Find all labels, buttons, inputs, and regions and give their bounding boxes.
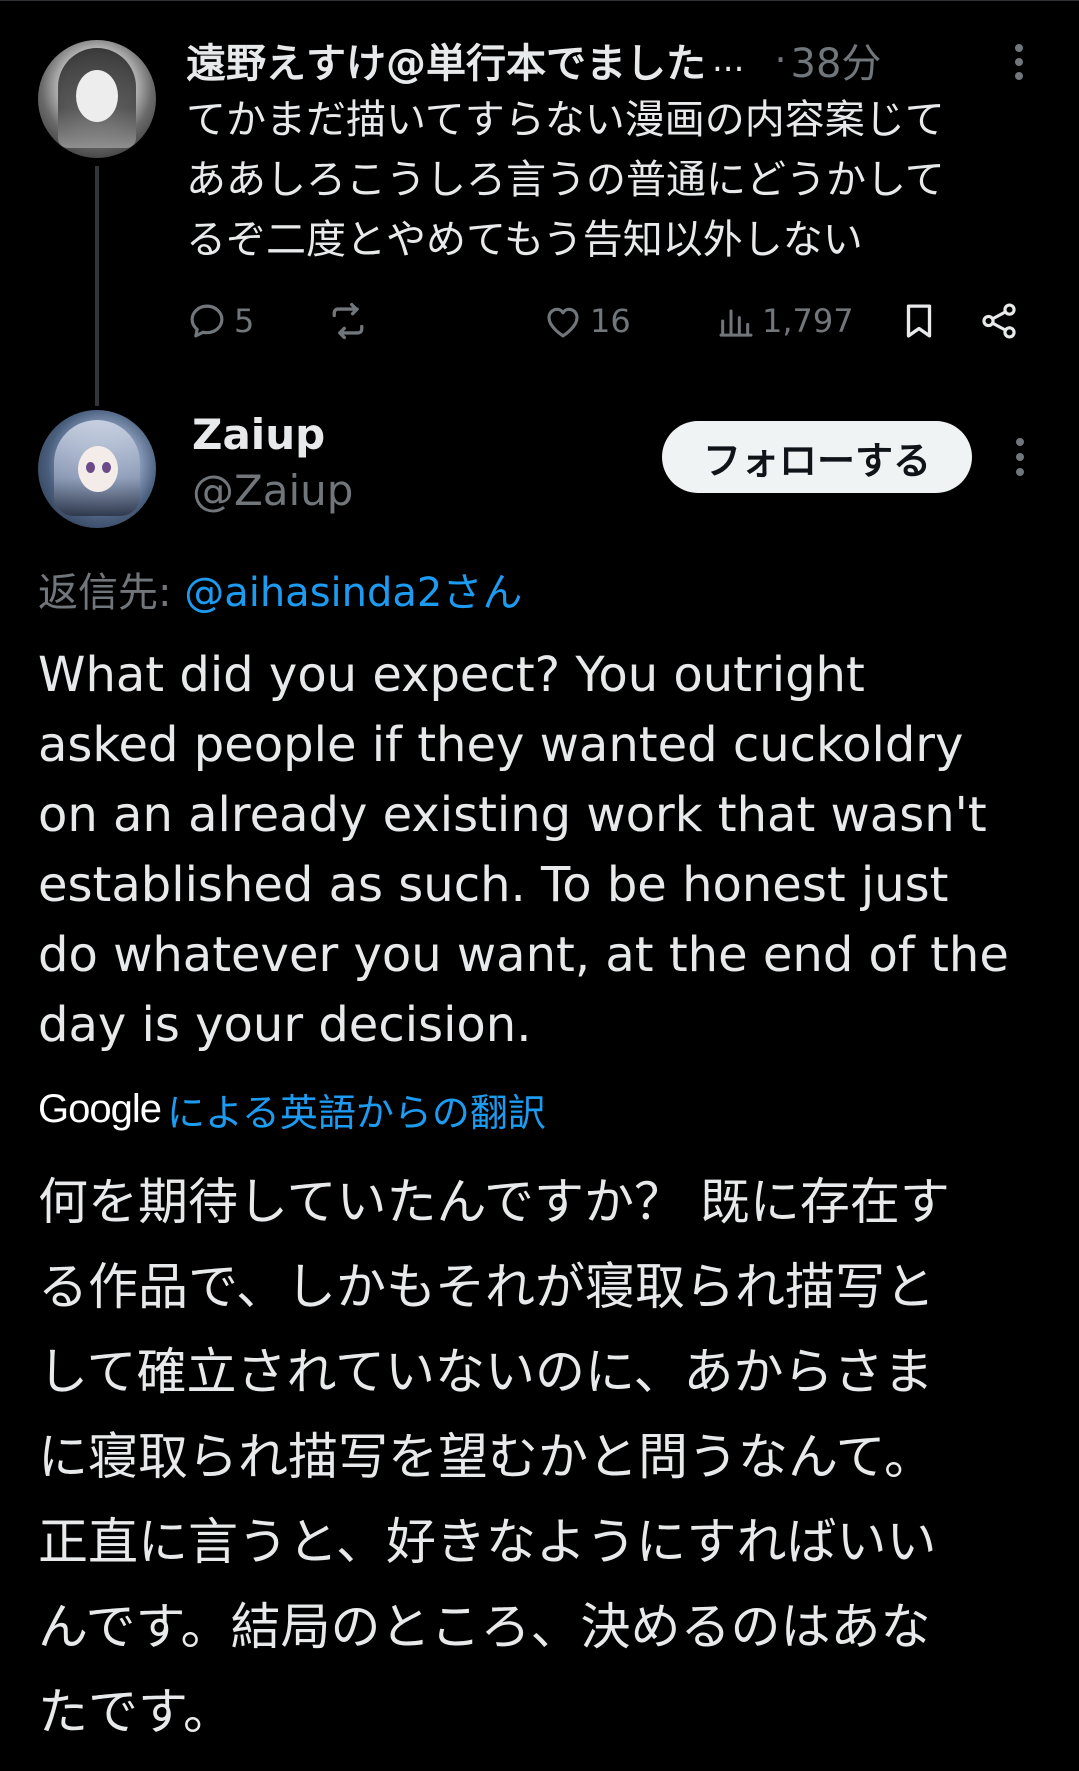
view-count: 1,797 — [762, 302, 854, 340]
more-vertical-icon[interactable] — [1006, 438, 1034, 476]
parent-display-name[interactable]: 遠野えすけ@単行本でました — [186, 31, 706, 89]
text-line: に寝取られ描写を望むかと問うなんて。 — [38, 1428, 934, 1486]
replying-to: 返信先: @aihasinda2さん — [38, 560, 522, 618]
like-button[interactable]: 16 — [542, 296, 631, 346]
translation-attribution: Google による英語からの翻訳 — [38, 1082, 546, 1137]
retweet-icon — [326, 299, 370, 343]
text-line: たです。 — [38, 1683, 233, 1741]
thread-connector-line — [95, 166, 99, 406]
text-line: んです。結局のところ、決めるのはあな — [38, 1598, 931, 1656]
text-line: ああしろこうしろ言うの普通にどうかして — [186, 157, 945, 203]
text-line: てかまだ描いてすらない漫画の内容案じて — [186, 97, 945, 143]
reply-handle[interactable]: @Zaiup — [192, 466, 353, 515]
avatar-eye — [102, 462, 111, 473]
reply-icon — [186, 300, 228, 342]
avatar-face — [76, 70, 118, 122]
text-line: established as such. To be honest just — [38, 857, 949, 913]
text-line: do whatever you want, at the end of the — [38, 927, 1009, 983]
avatar-face — [78, 446, 118, 492]
tweet-timestamp[interactable]: 38分 — [791, 31, 882, 89]
share-button[interactable] — [978, 296, 1020, 346]
tweet-action-bar: 5 16 1,797 — [186, 296, 1026, 346]
bookmark-button[interactable] — [898, 296, 940, 346]
text-line: asked people if they wanted cuckoldry — [38, 717, 964, 773]
top-divider — [0, 0, 1079, 1]
bookmark-icon — [898, 300, 940, 342]
more-vertical-icon[interactable] — [1005, 44, 1033, 80]
translation-link[interactable]: による英語からの翻訳 — [167, 1082, 546, 1137]
views-button[interactable]: 1,797 — [716, 296, 854, 346]
text-line: して確立されていないのに、あからさま — [38, 1343, 934, 1401]
text-line: る作品で、しかもそれが寝取られ描写と — [38, 1258, 935, 1316]
replying-to-prefix: 返信先: — [38, 570, 185, 616]
parent-tweet-text: てかまだ描いてすらない漫画の内容案じて ああしろこうしろ言うの普通にどうかして … — [186, 90, 1046, 270]
replying-to-mention[interactable]: @aihasinda2さん — [184, 570, 522, 616]
retweet-button[interactable] — [326, 296, 370, 346]
like-icon — [542, 300, 584, 342]
reply-display-name[interactable]: Zaiup — [192, 410, 325, 459]
avatar-eye — [86, 462, 95, 473]
google-logo: Google — [38, 1087, 162, 1131]
text-line: day is your decision. — [38, 997, 532, 1053]
parent-tweet-header: 遠野えすけ@単行本でました ... · 38分 — [186, 31, 1036, 89]
text-line: るぞ二度とやめてもう告知以外しない — [186, 217, 863, 263]
like-count: 16 — [590, 302, 631, 340]
name-truncation-ellipsis: ... — [712, 40, 745, 80]
reply-tweet-text: What did you expect? You outright asked … — [38, 640, 1048, 1060]
share-icon — [978, 300, 1020, 342]
reply-avatar[interactable] — [38, 410, 156, 528]
follow-button[interactable]: フォローする — [662, 421, 972, 493]
text-line: 何を期待していたんですか？ 既に存在す — [38, 1173, 950, 1231]
views-icon — [716, 301, 756, 341]
reply-button[interactable]: 5 — [186, 296, 254, 346]
separator-dot: · — [774, 38, 787, 82]
text-line: 正直に言うと、好きなようにすればいい — [38, 1513, 937, 1571]
reply-count: 5 — [234, 302, 255, 340]
translated-text: 何を期待していたんですか？ 既に存在す る作品で、しかもそれが寝取られ描写と し… — [38, 1160, 1048, 1755]
parent-avatar[interactable] — [38, 40, 156, 158]
text-line: on an already existing work that wasn't — [38, 787, 987, 843]
text-line: What did you expect? You outright — [38, 647, 865, 703]
